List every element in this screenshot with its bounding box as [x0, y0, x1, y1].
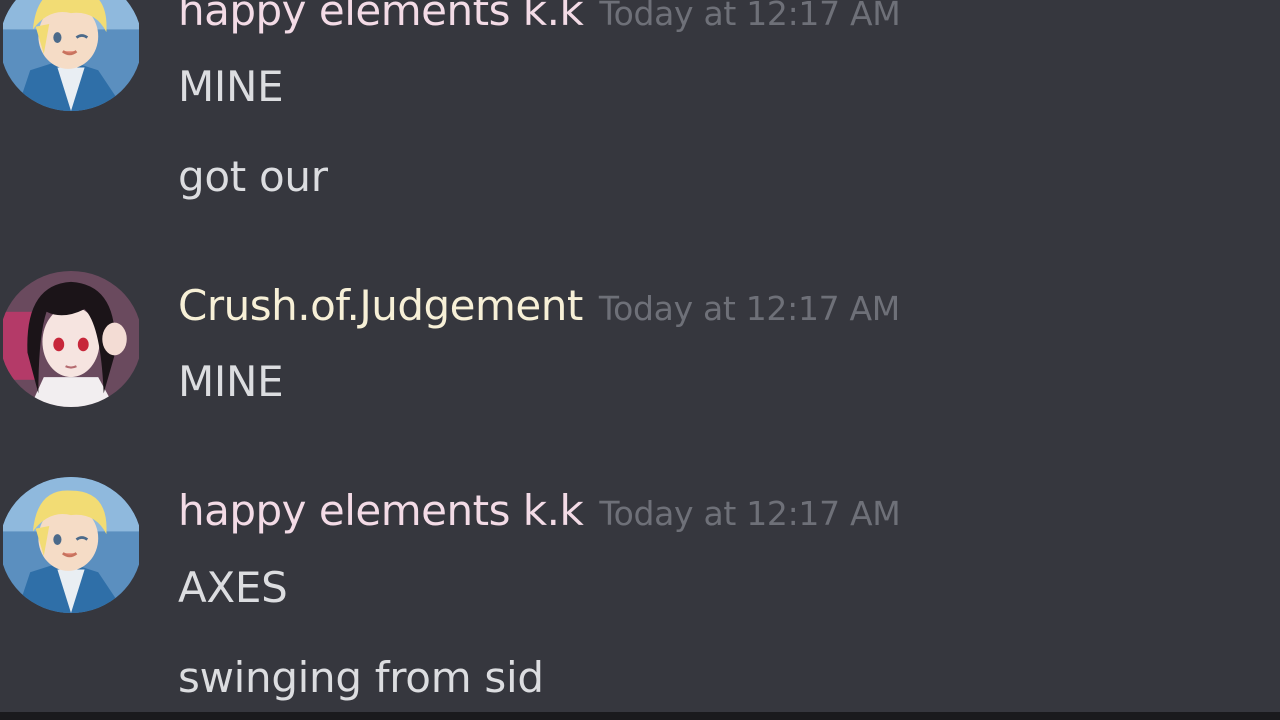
user-avatar[interactable] — [0, 0, 142, 111]
bottom-bar — [0, 712, 1280, 720]
user-avatar[interactable] — [0, 477, 142, 613]
message-text: got our — [178, 152, 328, 201]
message-text: AXES — [178, 563, 288, 612]
blonde-anime-boy-avatar-icon — [3, 0, 139, 111]
timestamp: Today at 12:17 AM — [598, 289, 900, 328]
message-header: happy elements k.k Today at 12:17 AM — [178, 0, 901, 35]
timestamp: Today at 12:17 AM — [599, 494, 901, 533]
dark-haired-anime-girl-avatar-icon — [3, 271, 139, 407]
timestamp: Today at 12:17 AM — [599, 0, 901, 33]
username[interactable]: happy elements k.k — [178, 0, 584, 35]
blonde-anime-boy-avatar-icon — [3, 477, 139, 613]
chat-messages-area: happy elements k.k Today at 12:17 AM MIN… — [0, 0, 1280, 712]
username[interactable]: Crush.of.Judgement — [178, 281, 583, 330]
message-header: Crush.of.Judgement Today at 12:17 AM — [178, 281, 900, 330]
message-text: MINE — [178, 357, 284, 406]
message-text: swinging from sid — [178, 653, 544, 702]
message-text: MINE — [178, 62, 284, 111]
message-header: happy elements k.k Today at 12:17 AM — [178, 486, 901, 535]
user-avatar[interactable] — [0, 271, 142, 407]
username[interactable]: happy elements k.k — [178, 486, 584, 535]
